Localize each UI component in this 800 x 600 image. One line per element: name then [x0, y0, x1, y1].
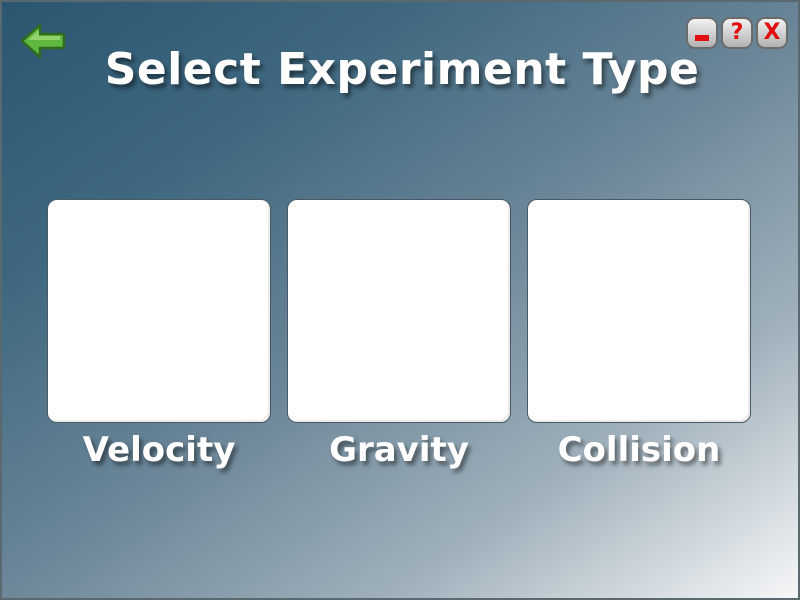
page-title: Select Experiment Type — [104, 44, 700, 95]
experiment-label-gravity[interactable]: Gravity — [287, 430, 511, 470]
app-window: ? X Select Experiment Type Velocity Grav… — [0, 0, 800, 600]
experiment-card-velocity[interactable] — [47, 199, 271, 423]
experiment-card-gravity[interactable] — [287, 199, 511, 423]
minimize-icon — [695, 35, 709, 41]
experiment-card-collision[interactable] — [527, 199, 751, 423]
experiment-label-collision[interactable]: Collision — [527, 430, 751, 470]
experiment-label-velocity[interactable]: Velocity — [47, 430, 271, 470]
close-icon: X — [763, 20, 781, 45]
help-icon: ? — [730, 20, 744, 45]
